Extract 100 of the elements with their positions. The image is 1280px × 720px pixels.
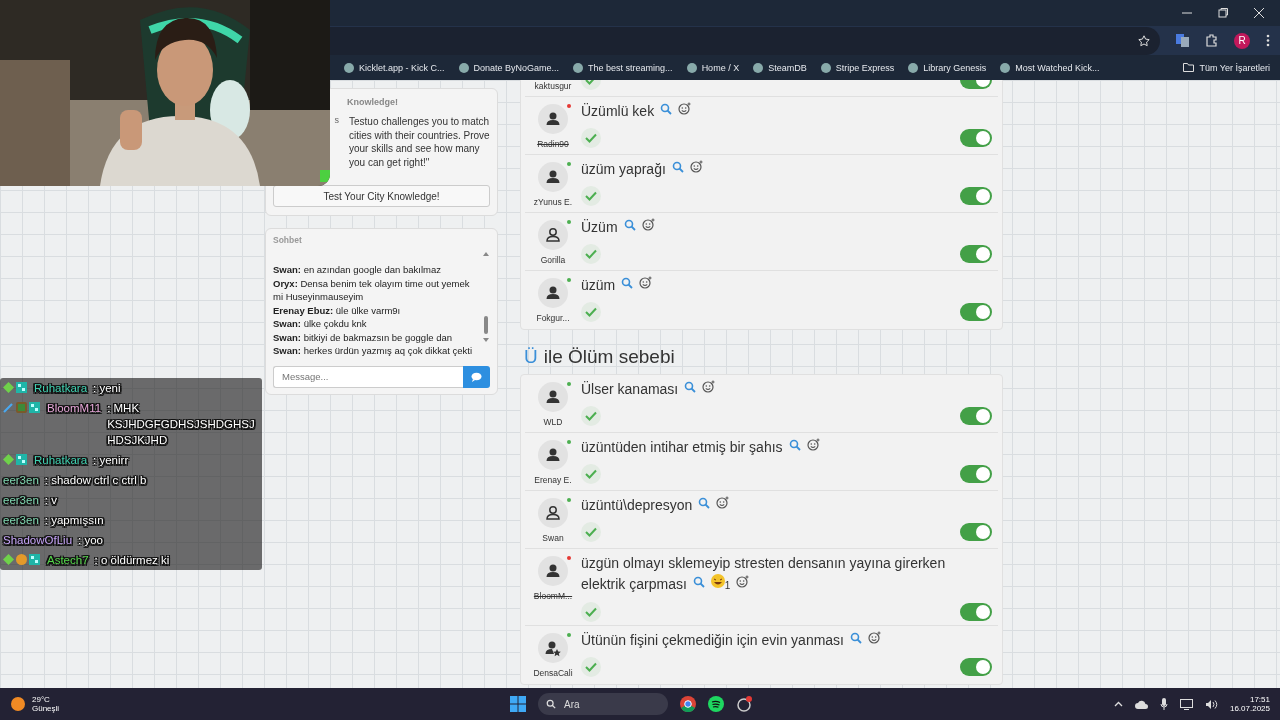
- taskbar-search[interactable]: Ara: [538, 693, 668, 715]
- stream-chat-message: : o öldürmez ki: [93, 553, 171, 568]
- card-title: Knowledge!: [346, 97, 399, 107]
- quiz-description: Testuo challenges you to match cities with their countries. Prove your skills and see how many you can get right!": [349, 115, 490, 169]
- menu-icon[interactable]: [1266, 34, 1270, 47]
- send-button[interactable]: [463, 365, 490, 388]
- user-name: Erenay E.: [534, 475, 572, 485]
- grid-badge-icon: [29, 554, 40, 565]
- approve-toggle[interactable]: [960, 303, 992, 321]
- stream-chat-username: eer3en: [3, 513, 39, 528]
- stream-chat-username: BloomM11: [47, 401, 102, 416]
- user-name: Gorilla: [540, 255, 566, 265]
- add-reaction-icon[interactable]: [641, 218, 655, 231]
- cloud-icon[interactable]: [1134, 699, 1148, 709]
- approve-toggle[interactable]: [960, 523, 992, 541]
- bookmark-link[interactable]: Library Genesis: [908, 62, 987, 73]
- user-avatar-icon: [538, 498, 568, 528]
- bookmark-link[interactable]: The best streaming...: [573, 62, 673, 73]
- user-avatar-icon: [538, 382, 568, 412]
- gem-badge-icon: [3, 454, 14, 465]
- add-reaction-icon[interactable]: [806, 438, 820, 451]
- clock-time[interactable]: 17:51: [1249, 695, 1270, 704]
- profile-avatar[interactable]: R: [1234, 32, 1250, 49]
- answer-text: Üzümlü kek: [581, 101, 992, 122]
- bookmark-link[interactable]: Stripe Express: [820, 62, 895, 73]
- stream-chat-message: : v: [43, 493, 58, 508]
- music-app-icon[interactable]: [708, 696, 724, 712]
- search-icon[interactable]: [546, 699, 556, 709]
- user-name: kaktusgur: [534, 81, 572, 91]
- approve-toggle[interactable]: [960, 187, 992, 205]
- approve-toggle[interactable]: [960, 407, 992, 425]
- bookmark-star-icon[interactable]: [1138, 34, 1150, 47]
- weather-condition: Güneşli: [32, 704, 60, 713]
- chat-title: Sohbet: [273, 235, 303, 245]
- sword-badge-icon: [3, 402, 14, 413]
- browser-icon[interactable]: [680, 696, 696, 712]
- add-reaction-icon[interactable]: [716, 496, 730, 509]
- clock-date[interactable]: 16.07.2025: [1229, 704, 1270, 713]
- temperature: 29°C: [32, 695, 51, 704]
- weather-sun-icon[interactable]: [10, 696, 26, 712]
- user-name: Swan: [542, 533, 564, 543]
- stream-chat-message: : shadow ctrl c ctrl b: [43, 473, 148, 488]
- stream-chat-username: eer3en: [3, 493, 39, 508]
- stream-chat-username: Astech7: [47, 553, 89, 568]
- chat-message: Erenay Ebuz: üle ülke varm9ı: [273, 303, 402, 317]
- answer-text: üzüntü\depresyon: [581, 495, 992, 516]
- user-name: Radin90: [537, 139, 569, 149]
- app-icon[interactable]: [736, 696, 752, 712]
- answer-text: Üzüm: [581, 217, 992, 238]
- user-avatar-icon: [538, 440, 568, 470]
- coin-badge-icon: [16, 554, 27, 565]
- grid-badge-icon: [29, 402, 40, 413]
- speech-bubble-icon[interactable]: [471, 371, 482, 382]
- restore-icon[interactable]: [1218, 8, 1228, 18]
- reaction-count[interactable]: 1: [724, 580, 731, 591]
- user-name: Fokgur...: [536, 313, 570, 323]
- add-reaction-icon[interactable]: [678, 102, 692, 115]
- folder-icon[interactable]: [1183, 63, 1195, 72]
- bookmark-link[interactable]: Home / X: [686, 62, 740, 73]
- user-name: WLD: [543, 417, 563, 427]
- bookmark-link[interactable]: Kicklet.app - Kick C...: [344, 62, 445, 73]
- answer-text: üzgün olmayı sklemeyip stresten densanın yayına girerken elektrik çarpması 1: [581, 554, 947, 594]
- speaker-icon[interactable]: [1204, 698, 1218, 710]
- add-reaction-icon[interactable]: [689, 160, 703, 173]
- bookmark-link[interactable]: SteamDB: [753, 62, 807, 73]
- all-bookmarks-link[interactable]: Tüm Yer İşaretleri: [1183, 62, 1280, 73]
- approve-toggle[interactable]: [960, 658, 992, 676]
- close-icon[interactable]: [1254, 8, 1264, 18]
- user-avatar-icon: [538, 556, 568, 586]
- user-avatar-icon: [538, 220, 568, 250]
- approve-toggle[interactable]: [960, 603, 992, 621]
- stream-chat-message: : MHK KSJHDGFGDHSJSHDGHSJHDSJKJHD: [106, 401, 256, 448]
- section-title: ile Ölüm sebebi: [543, 346, 675, 368]
- extensions-icon[interactable]: [1205, 34, 1218, 47]
- chevron-up-icon[interactable]: [1113, 701, 1123, 707]
- approve-toggle[interactable]: [960, 129, 992, 147]
- gem-badge-icon: [3, 554, 14, 565]
- bookmark-link[interactable]: Donate ByNoGame...: [458, 62, 560, 73]
- microphone-icon[interactable]: [1159, 698, 1168, 710]
- chat-message: Swan: bitkiyi de bakmazsın be goggle dan: [273, 330, 454, 344]
- user-avatar-icon: [538, 278, 568, 308]
- stream-chat-username: Ruhatkara: [34, 453, 88, 468]
- user-star-avatar-icon: [538, 633, 568, 663]
- translate-icon[interactable]: [1176, 34, 1189, 47]
- start-icon[interactable]: [510, 696, 526, 712]
- approve-toggle[interactable]: [960, 245, 992, 263]
- stream-chat-message: : yapmışsın: [43, 513, 105, 528]
- chat-message: Swan: en azından google dan bakılmaz: [273, 263, 442, 277]
- approve-toggle[interactable]: [960, 465, 992, 483]
- add-reaction-icon[interactable]: [868, 631, 881, 644]
- monitor-icon[interactable]: [1179, 698, 1193, 710]
- test-button[interactable]: Test Your City Knowledge!: [273, 185, 490, 207]
- add-reaction-icon[interactable]: [702, 380, 716, 393]
- add-reaction-icon[interactable]: [736, 575, 750, 588]
- crate-badge-icon: [16, 402, 27, 413]
- stream-chat-username: eer3en: [3, 473, 39, 488]
- bookmark-link[interactable]: Most Watched Kick...: [1000, 62, 1100, 73]
- add-reaction-icon[interactable]: [639, 276, 653, 289]
- stream-chat-message: : yenirr: [92, 453, 130, 468]
- grid-badge-icon: [16, 382, 27, 393]
